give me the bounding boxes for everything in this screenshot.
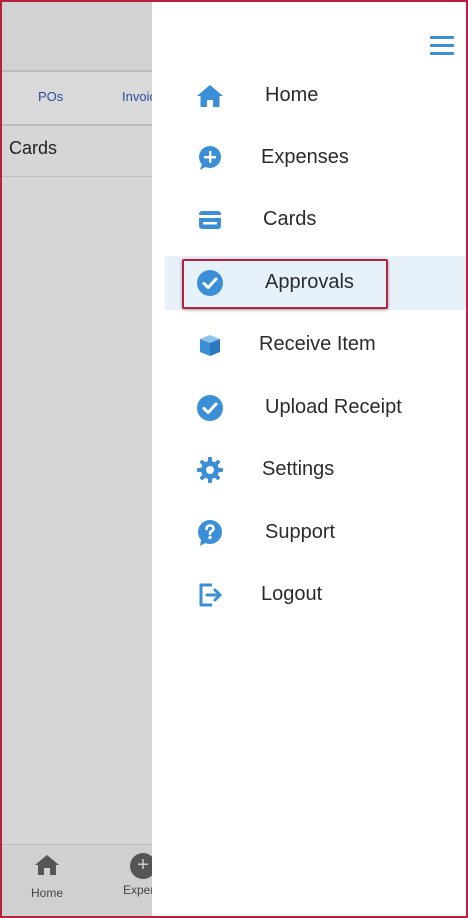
menu-item-receive-item[interactable]: Receive Item xyxy=(165,318,466,372)
tab-pos[interactable]: POs xyxy=(38,89,63,104)
menu-item-cards[interactable]: Cards xyxy=(165,193,466,247)
menu-item-label: Logout xyxy=(261,583,323,605)
menu-item-home[interactable]: Home xyxy=(165,69,466,123)
bottom-nav-home-label: Home xyxy=(30,886,63,900)
highlight-annotation xyxy=(182,259,388,309)
menu-item-label: Settings xyxy=(262,458,335,480)
menu-item-logout[interactable]: Logout xyxy=(165,568,466,622)
menu-item-upload-receipt[interactable]: Upload Receipt xyxy=(165,381,466,435)
hamburger-icon[interactable] xyxy=(430,36,456,56)
tab-invoices[interactable]: Invoic xyxy=(122,89,156,104)
menu-item-label: Home xyxy=(265,84,319,106)
menu-item-label: Upload Receipt xyxy=(265,396,402,418)
bottom-nav-home[interactable]: Home xyxy=(2,853,92,900)
card-icon xyxy=(199,211,221,229)
cards-row-label: Cards xyxy=(9,138,58,158)
menu-item-settings[interactable]: Settings xyxy=(165,443,466,497)
menu-item-label: Expenses xyxy=(261,146,349,168)
menu-item-label: Receive Item xyxy=(259,333,376,355)
menu-item-label: Cards xyxy=(263,208,317,230)
help-icon xyxy=(198,520,222,546)
add-expense-icon xyxy=(199,146,221,170)
app-frame: POs Invoic Cards Home + Expens Home Expe… xyxy=(0,0,468,918)
navigation-drawer: Home Expenses Cards Approvals Receive It… xyxy=(152,2,466,916)
check-circle-icon xyxy=(197,395,223,421)
box-icon xyxy=(200,335,220,356)
menu-item-support[interactable]: Support xyxy=(165,506,466,560)
logout-icon xyxy=(199,583,222,607)
home-icon xyxy=(197,85,223,107)
gear-icon xyxy=(197,457,223,483)
menu-item-expenses[interactable]: Expenses xyxy=(165,131,466,185)
home-icon xyxy=(35,855,59,875)
menu-item-label: Support xyxy=(265,521,336,543)
